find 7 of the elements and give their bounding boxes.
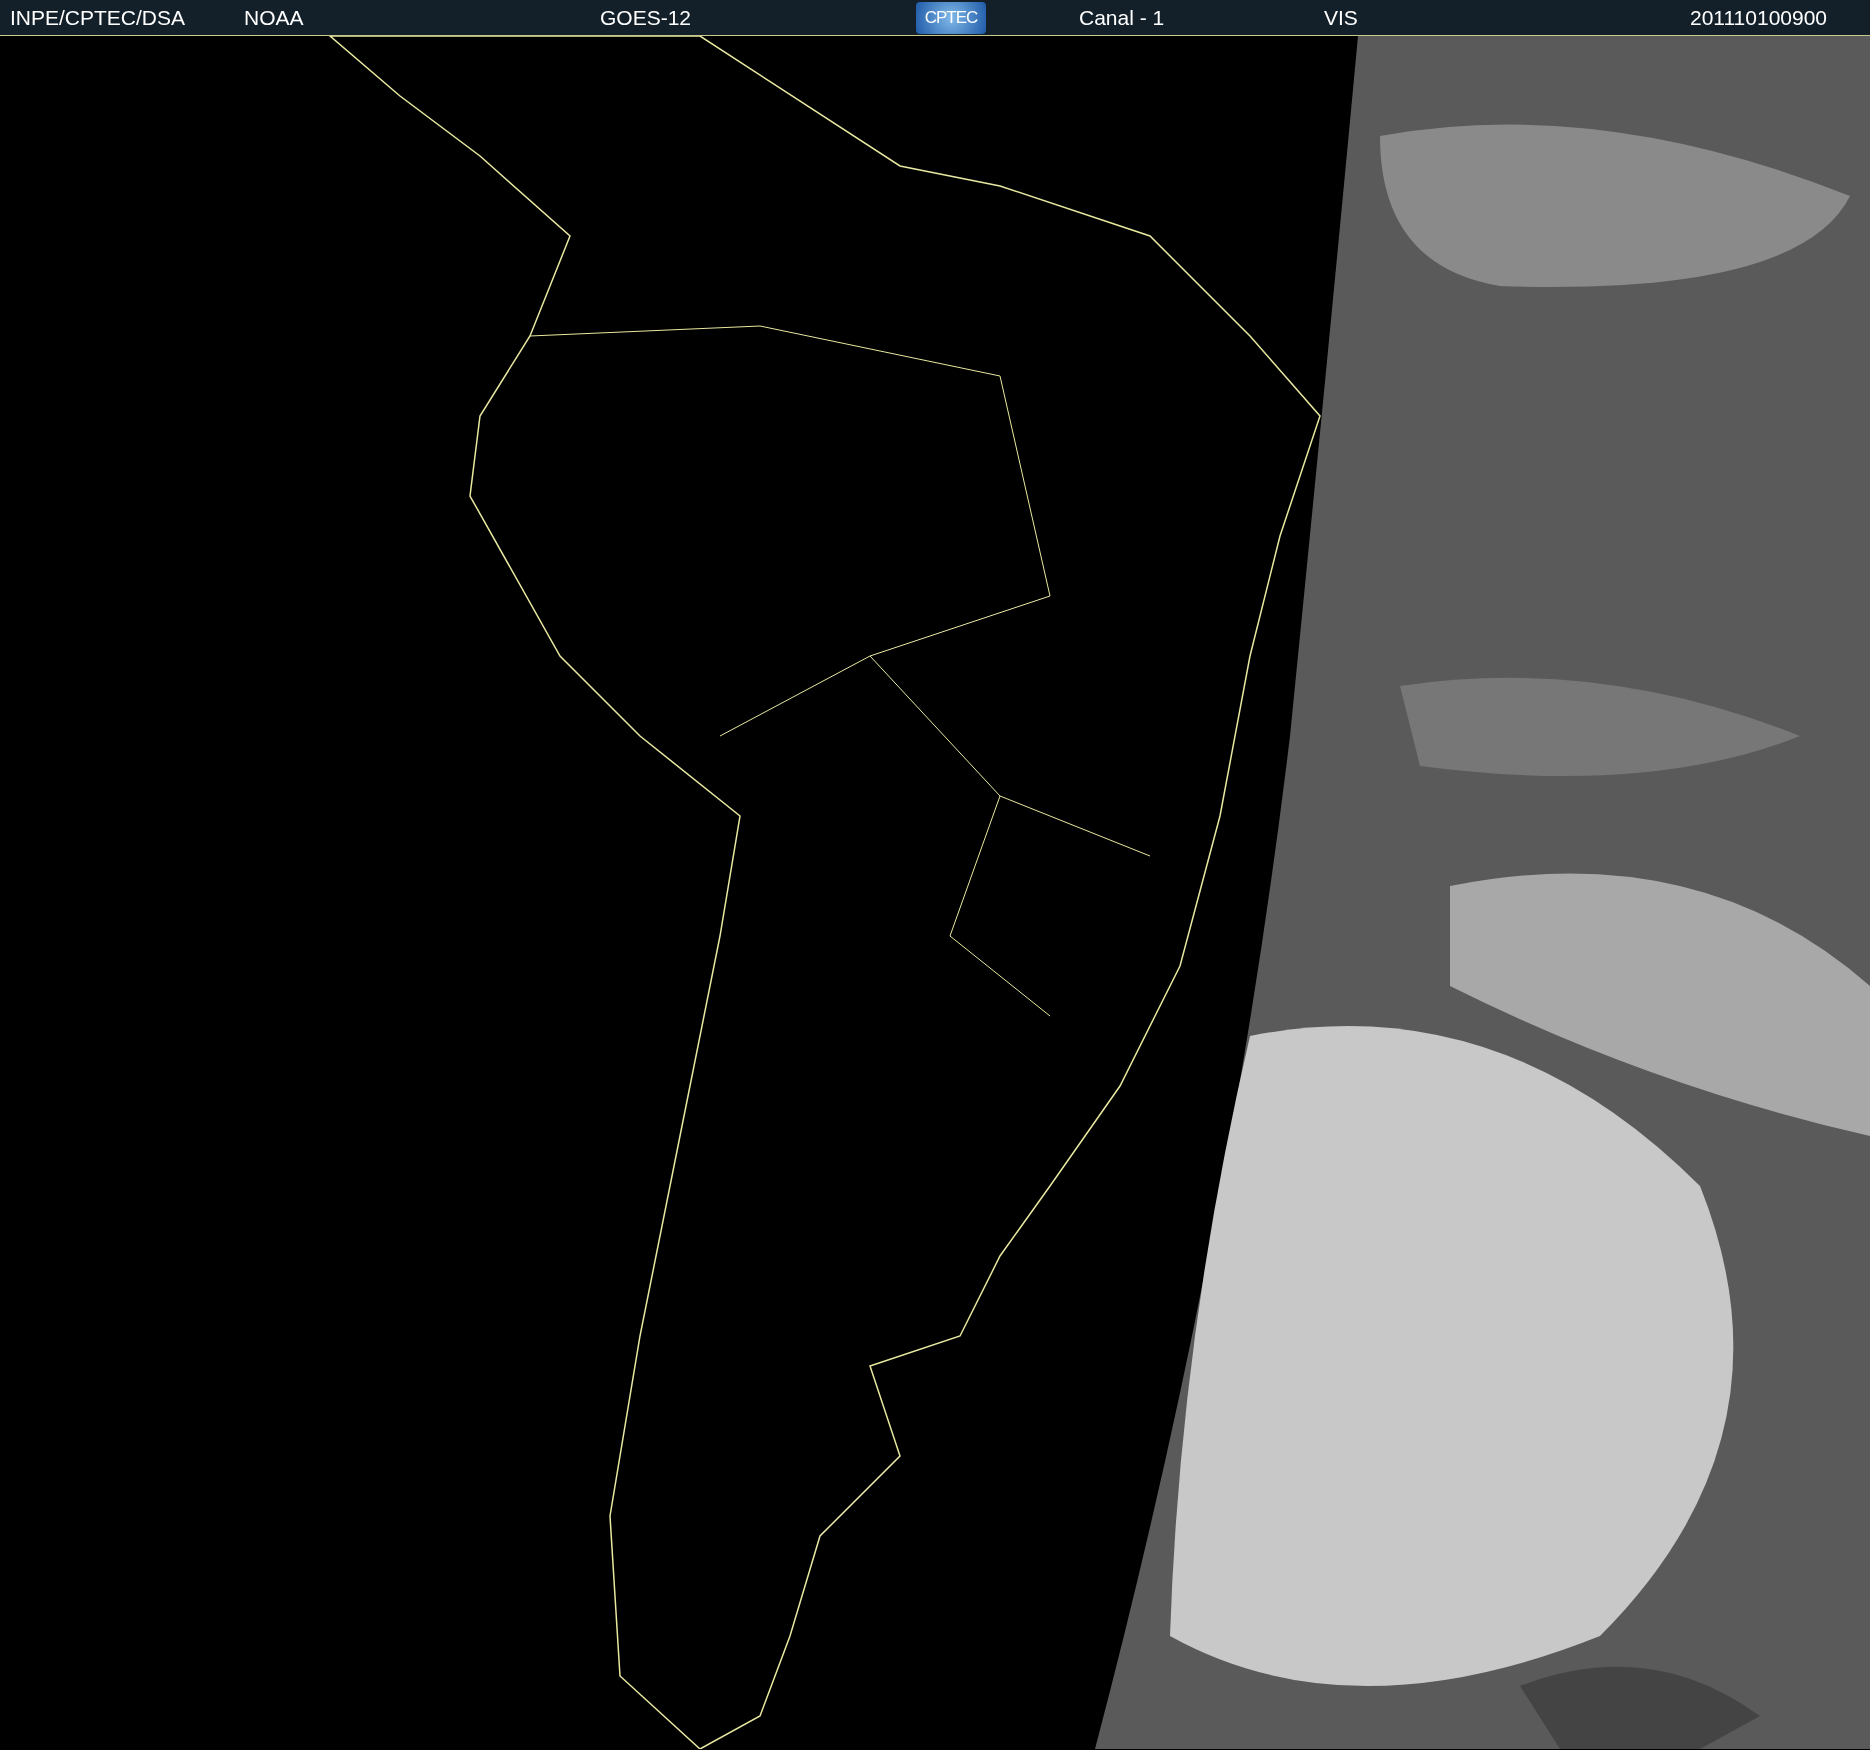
header-label: VIS bbox=[1324, 5, 1358, 30]
logo: CPTEC bbox=[916, 1, 986, 34]
header-label: GOES-12 bbox=[600, 5, 692, 30]
header-label: Canal - 1 bbox=[1079, 5, 1165, 30]
header-label: 201110100900 bbox=[1690, 5, 1828, 30]
header-label: NOAA bbox=[244, 5, 304, 30]
header-label: INPE/CPTEC/DSA bbox=[10, 5, 186, 30]
